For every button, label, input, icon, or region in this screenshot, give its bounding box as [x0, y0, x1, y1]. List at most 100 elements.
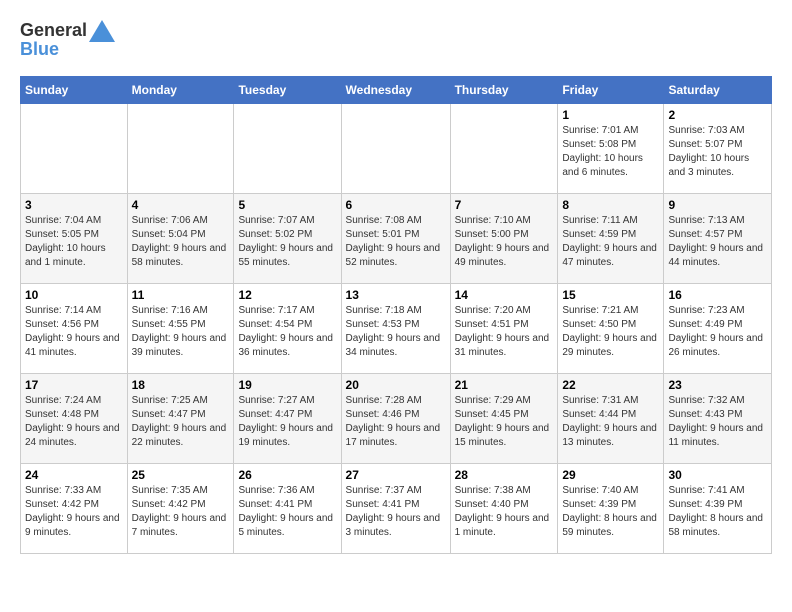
calendar-cell — [234, 103, 341, 193]
day-number: 24 — [25, 468, 123, 482]
calendar-body: 1 Sunrise: 7:01 AM Sunset: 5:08 PM Daylig… — [21, 103, 772, 553]
calendar-cell: 23 Sunrise: 7:32 AM Sunset: 4:43 PM Dayli… — [664, 373, 772, 463]
day-info: Sunrise: 7:10 AM Sunset: 5:00 PM Dayligh… — [455, 214, 554, 270]
day-number: 28 — [455, 468, 554, 482]
day-info: Sunrise: 7:28 AM Sunset: 4:46 PM Dayligh… — [346, 394, 446, 450]
day-number: 15 — [562, 288, 659, 302]
day-info: Sunrise: 7:13 AM Sunset: 4:57 PM Dayligh… — [668, 214, 767, 270]
day-info: Sunrise: 7:03 AM Sunset: 5:07 PM Dayligh… — [668, 124, 767, 180]
day-number: 30 — [668, 468, 767, 482]
day-info: Sunrise: 7:33 AM Sunset: 4:42 PM Dayligh… — [25, 484, 123, 540]
day-number: 4 — [132, 198, 230, 212]
weekday-header-friday: Friday — [558, 76, 664, 103]
calendar-cell: 15 Sunrise: 7:21 AM Sunset: 4:50 PM Dayli… — [558, 283, 664, 373]
day-info: Sunrise: 7:07 AM Sunset: 5:02 PM Dayligh… — [238, 214, 336, 270]
day-info: Sunrise: 7:25 AM Sunset: 4:47 PM Dayligh… — [132, 394, 230, 450]
day-info: Sunrise: 7:37 AM Sunset: 4:41 PM Dayligh… — [346, 484, 446, 540]
calendar-cell: 18 Sunrise: 7:25 AM Sunset: 4:47 PM Dayli… — [127, 373, 234, 463]
day-number: 8 — [562, 198, 659, 212]
day-info: Sunrise: 7:35 AM Sunset: 4:42 PM Dayligh… — [132, 484, 230, 540]
day-number: 29 — [562, 468, 659, 482]
day-number: 1 — [562, 108, 659, 122]
day-info: Sunrise: 7:24 AM Sunset: 4:48 PM Dayligh… — [25, 394, 123, 450]
calendar-cell: 28 Sunrise: 7:38 AM Sunset: 4:40 PM Dayli… — [450, 463, 558, 553]
calendar-week-5: 24 Sunrise: 7:33 AM Sunset: 4:42 PM Dayli… — [21, 463, 772, 553]
day-number: 25 — [132, 468, 230, 482]
day-info: Sunrise: 7:11 AM Sunset: 4:59 PM Dayligh… — [562, 214, 659, 270]
weekday-header-saturday: Saturday — [664, 76, 772, 103]
day-info: Sunrise: 7:23 AM Sunset: 4:49 PM Dayligh… — [668, 304, 767, 360]
day-number: 23 — [668, 378, 767, 392]
day-info: Sunrise: 7:08 AM Sunset: 5:01 PM Dayligh… — [346, 214, 446, 270]
calendar-cell: 27 Sunrise: 7:37 AM Sunset: 4:41 PM Dayli… — [341, 463, 450, 553]
calendar-cell: 6 Sunrise: 7:08 AM Sunset: 5:01 PM Daylig… — [341, 193, 450, 283]
day-info: Sunrise: 7:14 AM Sunset: 4:56 PM Dayligh… — [25, 304, 123, 360]
day-info: Sunrise: 7:17 AM Sunset: 4:54 PM Dayligh… — [238, 304, 336, 360]
calendar-cell: 13Sunrise: 7:18 AM Sunset: 4:53 PM Dayli… — [341, 283, 450, 373]
calendar-cell — [127, 103, 234, 193]
calendar-cell: 26 Sunrise: 7:36 AM Sunset: 4:41 PM Dayli… — [234, 463, 341, 553]
day-info: Sunrise: 7:29 AM Sunset: 4:45 PM Dayligh… — [455, 394, 554, 450]
day-info: Sunrise: 7:04 AM Sunset: 5:05 PM Dayligh… — [25, 214, 123, 270]
calendar-cell: 1 Sunrise: 7:01 AM Sunset: 5:08 PM Daylig… — [558, 103, 664, 193]
weekday-header-wednesday: Wednesday — [341, 76, 450, 103]
day-number: 12 — [238, 288, 336, 302]
day-info: Sunrise: 7:21 AM Sunset: 4:50 PM Dayligh… — [562, 304, 659, 360]
day-number: 7 — [455, 198, 554, 212]
day-number: 6 — [346, 198, 446, 212]
day-info: Sunrise: 7:16 AM Sunset: 4:55 PM Dayligh… — [132, 304, 230, 360]
calendar-week-3: 10Sunrise: 7:14 AM Sunset: 4:56 PM Dayli… — [21, 283, 772, 373]
logo-general: General — [20, 21, 87, 41]
day-info: Sunrise: 7:40 AM Sunset: 4:39 PM Dayligh… — [562, 484, 659, 540]
day-number: 9 — [668, 198, 767, 212]
logo-container: General Blue — [20, 20, 115, 60]
calendar-cell: 8 Sunrise: 7:11 AM Sunset: 4:59 PM Daylig… — [558, 193, 664, 283]
calendar-cell: 16Sunrise: 7:23 AM Sunset: 4:49 PM Dayli… — [664, 283, 772, 373]
calendar-cell: 12 Sunrise: 7:17 AM Sunset: 4:54 PM Dayli… — [234, 283, 341, 373]
day-number: 26 — [238, 468, 336, 482]
calendar-cell: 7 Sunrise: 7:10 AM Sunset: 5:00 PM Daylig… — [450, 193, 558, 283]
calendar-cell: 29 Sunrise: 7:40 AM Sunset: 4:39 PM Dayli… — [558, 463, 664, 553]
day-number: 13 — [346, 288, 446, 302]
logo-arrow-icon — [89, 20, 115, 42]
calendar-header: SundayMondayTuesdayWednesdayThursdayFrid… — [21, 76, 772, 103]
calendar-cell: 5 Sunrise: 7:07 AM Sunset: 5:02 PM Daylig… — [234, 193, 341, 283]
logo: General Blue — [20, 20, 115, 60]
day-number: 5 — [238, 198, 336, 212]
weekday-header-monday: Monday — [127, 76, 234, 103]
day-info: Sunrise: 7:38 AM Sunset: 4:40 PM Dayligh… — [455, 484, 554, 540]
weekday-header-tuesday: Tuesday — [234, 76, 341, 103]
day-number: 2 — [668, 108, 767, 122]
calendar-table: SundayMondayTuesdayWednesdayThursdayFrid… — [20, 76, 772, 554]
calendar-cell — [450, 103, 558, 193]
calendar-cell: 10Sunrise: 7:14 AM Sunset: 4:56 PM Dayli… — [21, 283, 128, 373]
day-info: Sunrise: 7:20 AM Sunset: 4:51 PM Dayligh… — [455, 304, 554, 360]
calendar-cell: 20Sunrise: 7:28 AM Sunset: 4:46 PM Dayli… — [341, 373, 450, 463]
day-info: Sunrise: 7:01 AM Sunset: 5:08 PM Dayligh… — [562, 124, 659, 180]
calendar-week-1: 1 Sunrise: 7:01 AM Sunset: 5:08 PM Daylig… — [21, 103, 772, 193]
weekday-header-thursday: Thursday — [450, 76, 558, 103]
header: General Blue — [20, 20, 772, 60]
logo-blue: Blue — [20, 40, 59, 60]
calendar-cell: 11 Sunrise: 7:16 AM Sunset: 4:55 PM Dayli… — [127, 283, 234, 373]
day-number: 17 — [25, 378, 123, 392]
weekday-header-sunday: Sunday — [21, 76, 128, 103]
day-number: 18 — [132, 378, 230, 392]
calendar-cell: 30Sunrise: 7:41 AM Sunset: 4:39 PM Dayli… — [664, 463, 772, 553]
day-number: 11 — [132, 288, 230, 302]
calendar-cell: 25 Sunrise: 7:35 AM Sunset: 4:42 PM Dayli… — [127, 463, 234, 553]
calendar-cell — [341, 103, 450, 193]
day-number: 27 — [346, 468, 446, 482]
day-info: Sunrise: 7:36 AM Sunset: 4:41 PM Dayligh… — [238, 484, 336, 540]
day-number: 21 — [455, 378, 554, 392]
calendar-cell: 4 Sunrise: 7:06 AM Sunset: 5:04 PM Daylig… — [127, 193, 234, 283]
calendar-cell: 9 Sunrise: 7:13 AM Sunset: 4:57 PM Daylig… — [664, 193, 772, 283]
day-info: Sunrise: 7:06 AM Sunset: 5:04 PM Dayligh… — [132, 214, 230, 270]
calendar-cell: 2 Sunrise: 7:03 AM Sunset: 5:07 PM Daylig… — [664, 103, 772, 193]
day-number: 3 — [25, 198, 123, 212]
weekday-header-row: SundayMondayTuesdayWednesdayThursdayFrid… — [21, 76, 772, 103]
calendar-cell: 3 Sunrise: 7:04 AM Sunset: 5:05 PM Daylig… — [21, 193, 128, 283]
calendar-cell: 24 Sunrise: 7:33 AM Sunset: 4:42 PM Dayli… — [21, 463, 128, 553]
day-info: Sunrise: 7:32 AM Sunset: 4:43 PM Dayligh… — [668, 394, 767, 450]
calendar-cell: 19Sunrise: 7:27 AM Sunset: 4:47 PM Dayli… — [234, 373, 341, 463]
